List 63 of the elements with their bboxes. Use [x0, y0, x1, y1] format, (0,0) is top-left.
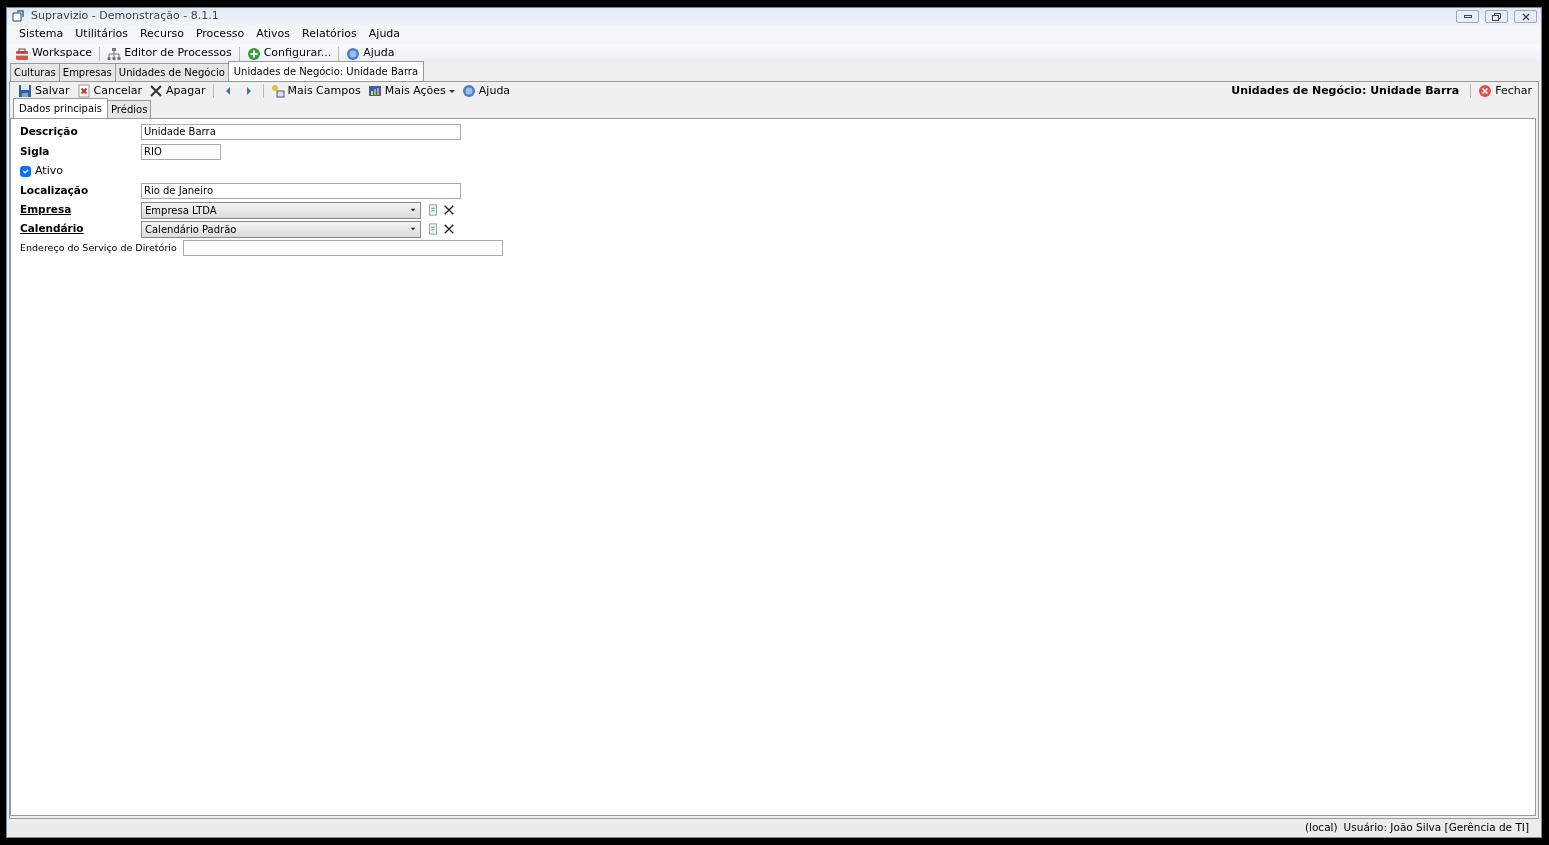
dropdown-field[interactable]: Calendário Padrão — [141, 220, 421, 238]
toolbar-button[interactable]: Cancelar — [74, 82, 145, 100]
close-icon — [1521, 12, 1530, 21]
toolbar-button[interactable]: Mais Campos — [268, 82, 363, 100]
field-label: Descrição — [20, 123, 79, 139]
record-heading: Unidades de Negócio: Unidade Barra — [1231, 82, 1460, 99]
toolbar-button[interactable]: Configurar... — [244, 45, 334, 62]
app-icon — [11, 9, 25, 24]
menu-item[interactable]: Recurso — [133, 26, 190, 43]
status-text: Usuário: João Silva [Gerência de TI] — [1343, 820, 1529, 836]
document-tab[interactable]: Unidades de Negócio: Unidade Barra — [227, 61, 425, 81]
dropdown-field[interactable]: Empresa LTDA — [141, 201, 421, 219]
text-field[interactable]: Unidade Barra — [141, 123, 461, 140]
field-label: Localização — [20, 182, 90, 198]
toolbar-button[interactable]: Editor de Processos — [105, 45, 234, 62]
caret-icon — [448, 89, 455, 93]
text-field[interactable] — [182, 240, 503, 256]
checkbox[interactable] — [20, 165, 31, 177]
toolbar-button[interactable]: Mais Ações — [365, 82, 457, 100]
document-tab[interactable]: Unidades de Negócio — [114, 63, 229, 81]
caret-icon — [409, 225, 417, 233]
window-title: Supravizio - Demonstração - 8.1.1 — [31, 8, 220, 25]
save-icon — [18, 84, 32, 98]
field-label: Sigla — [20, 143, 51, 159]
menu-item[interactable]: Ativos — [250, 26, 296, 43]
document-tab[interactable]: Empresas — [58, 63, 116, 81]
toolbar-button[interactable]: Apagar — [147, 82, 208, 100]
toolbar-button[interactable]: Ajuda — [344, 45, 397, 62]
toolbar-button[interactable]: Ajuda — [459, 82, 513, 100]
document-icon — [427, 204, 439, 216]
fields-icon — [270, 84, 285, 98]
field-label[interactable]: Calendário — [20, 221, 141, 237]
menu-item[interactable]: Utilitários — [69, 26, 134, 43]
close-record-button[interactable]: Fechar — [1476, 82, 1534, 100]
delete-icon — [149, 84, 164, 98]
form-tab[interactable]: Prédios — [107, 100, 152, 118]
toolbox-icon — [15, 46, 29, 61]
clear-icon — [443, 223, 455, 235]
close-icon — [1478, 84, 1493, 98]
text-field[interactable]: Rio de Janeiro — [141, 182, 461, 199]
text-field[interactable]: RIO — [141, 143, 221, 160]
field-label[interactable]: Empresa — [20, 202, 141, 218]
clear-icon — [443, 204, 455, 216]
menu-item[interactable]: Processo — [189, 26, 251, 43]
minimize-button[interactable] — [1456, 10, 1479, 23]
add-icon — [246, 46, 261, 61]
document-icon — [427, 223, 439, 235]
close-button[interactable] — [1514, 10, 1537, 23]
checkbox-label: Ativo — [35, 162, 63, 179]
restore-button[interactable] — [1485, 10, 1508, 23]
menu-item[interactable]: Ajuda — [362, 26, 407, 43]
field-label: Endereço do Serviço de Diretório — [20, 240, 177, 255]
menu-item[interactable]: Relatórios — [296, 26, 363, 43]
toolbar-button[interactable]: Workspace — [13, 45, 95, 62]
minimize-icon — [1463, 15, 1472, 18]
menu-item[interactable]: Sistema — [13, 26, 70, 43]
form-tab[interactable]: Dados principais — [13, 98, 108, 118]
status-text: (local) — [1304, 820, 1338, 836]
cancel-icon — [76, 84, 91, 98]
hierarchy-icon — [107, 46, 122, 61]
restore-icon — [1492, 12, 1501, 21]
caret-icon — [409, 206, 417, 214]
document-tab[interactable]: Culturas — [10, 63, 60, 81]
